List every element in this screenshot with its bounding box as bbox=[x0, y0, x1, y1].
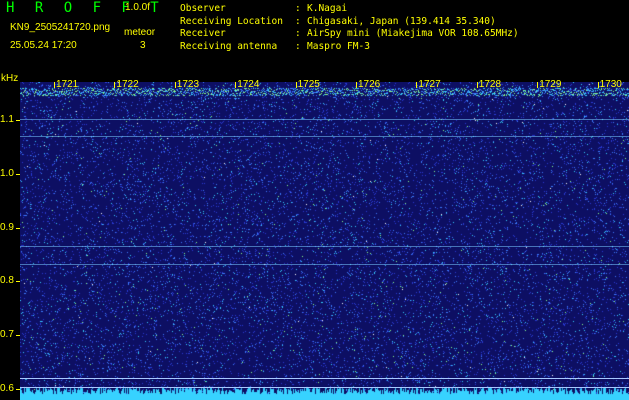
info-row-receiver: Receiver : AirSpy mini (Miakejima VOR 10… bbox=[180, 28, 519, 41]
time-tick-label: 1723 bbox=[176, 79, 200, 90]
time-tick-mark bbox=[597, 82, 599, 88]
carrier-line bbox=[20, 378, 629, 380]
time-tick-label: 1721 bbox=[56, 79, 79, 90]
info-value: Maspro FM-3 bbox=[307, 40, 370, 52]
info-row-observer: Observer : K.Nagai bbox=[180, 3, 519, 16]
frequency-tick-mark bbox=[16, 119, 20, 121]
frequency-tick-mark bbox=[16, 389, 20, 391]
info-separator: : bbox=[295, 28, 301, 39]
info-separator: : bbox=[295, 3, 301, 14]
info-row-location: Receiving Location : Chigasaki, Japan (1… bbox=[180, 16, 519, 29]
time-tick-label: 1724 bbox=[237, 79, 260, 90]
info-value: AirSpy mini (Miakejima VOR 108.65MHz) bbox=[307, 28, 519, 39]
time-tick-label: 1727 bbox=[418, 79, 441, 90]
capture-datetime: 25.05.24 17:20 bbox=[10, 40, 77, 51]
time-tick-mark bbox=[537, 82, 539, 88]
time-tick-label: 1728 bbox=[478, 79, 502, 90]
carrier-line bbox=[20, 264, 629, 266]
frequency-tick-mark bbox=[16, 227, 20, 229]
image-filename: KN9_2505241720.png bbox=[10, 22, 111, 33]
time-tick-label: 1722 bbox=[116, 79, 139, 90]
time-tick-mark bbox=[476, 82, 478, 88]
time-tick-mark bbox=[235, 82, 237, 88]
info-key: Receiving Location bbox=[180, 15, 283, 27]
time-tick-mark bbox=[295, 82, 297, 88]
time-tick-mark bbox=[356, 82, 357, 88]
time-tick-label: 1730 bbox=[599, 79, 622, 90]
info-key: Receiving antenna bbox=[180, 40, 278, 52]
info-row-antenna: Receiving antenna : Maspro FM-3 bbox=[180, 41, 519, 54]
info-value: K.Nagai bbox=[307, 3, 348, 14]
carrier-line bbox=[20, 245, 629, 247]
time-tick-mark bbox=[114, 82, 116, 88]
info-key: Observer bbox=[180, 3, 226, 14]
info-separator: : bbox=[295, 40, 301, 52]
spectrogram-noise bbox=[20, 82, 629, 400]
frequency-tick-mark bbox=[16, 173, 20, 175]
carrier-line bbox=[20, 135, 629, 137]
meteor-count: 3 bbox=[140, 40, 146, 51]
station-info: Observer : K.Nagai Receiving Location : … bbox=[180, 3, 519, 53]
frequency-tick-mark bbox=[16, 281, 20, 283]
app-version: 1.0.0f bbox=[125, 2, 151, 13]
time-tick-mark bbox=[54, 82, 55, 88]
meteor-label: meteor bbox=[124, 27, 156, 38]
frequency-tick-mark bbox=[16, 335, 20, 337]
info-value: Chigasaki, Japan (139.414 35.340) bbox=[307, 15, 496, 27]
time-tick-mark bbox=[416, 82, 418, 88]
time-tick-label: 1729 bbox=[539, 79, 562, 90]
frequency-unit-label: kHz bbox=[1, 73, 19, 84]
info-key: Receiver bbox=[180, 28, 226, 39]
hrofft-window: H R O F F T 1.0.0f KN9_2505241720.png me… bbox=[0, 0, 629, 400]
carrier-line bbox=[20, 386, 629, 388]
time-tick-label: 1726 bbox=[358, 79, 381, 90]
carrier-line bbox=[20, 118, 629, 120]
spectrogram-plot bbox=[20, 82, 629, 400]
time-tick-label: 1725 bbox=[297, 79, 320, 90]
info-separator: : bbox=[295, 15, 301, 27]
time-tick-mark bbox=[174, 82, 176, 88]
